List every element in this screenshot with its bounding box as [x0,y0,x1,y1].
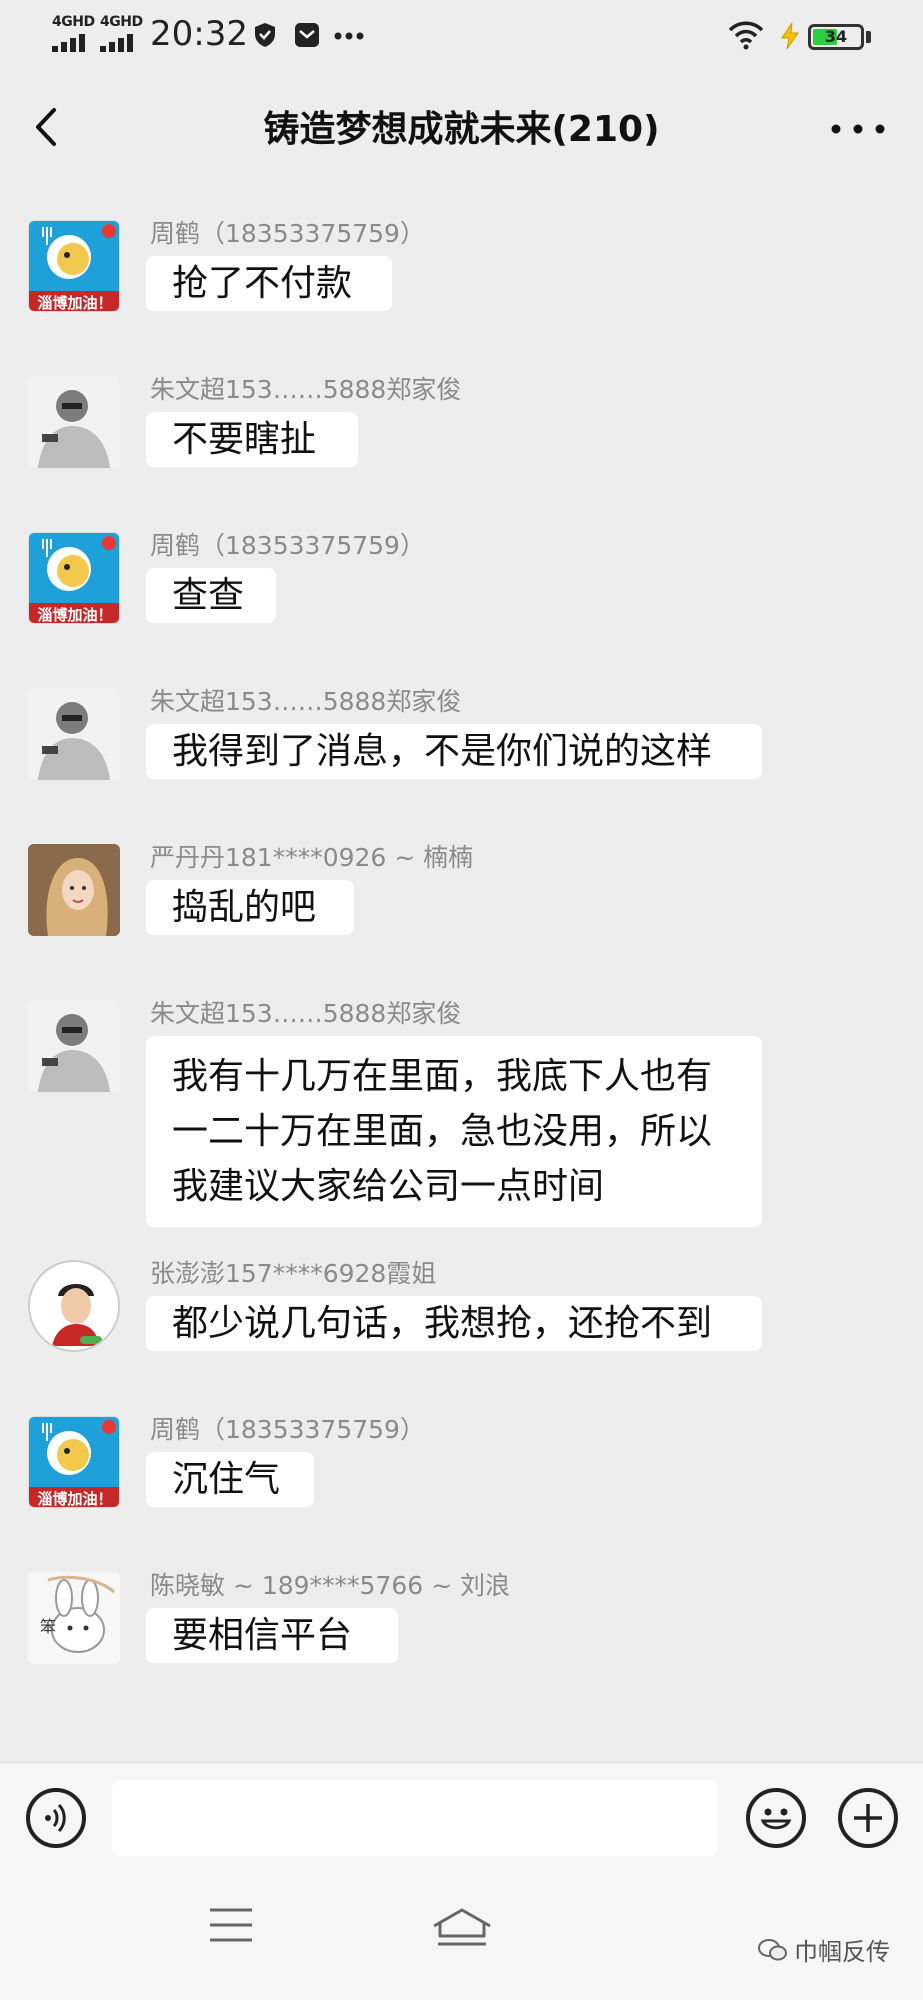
avatar[interactable] [28,1000,120,1092]
message-bubble[interactable]: 沉住气 [146,1452,314,1507]
avatar[interactable]: 笨 [28,1572,120,1664]
message-text-line: 我建议大家给公司一点时间 [172,1166,605,1207]
voice-button[interactable] [26,1788,86,1848]
message-text-line: 抢了不付款 [172,263,353,304]
menu-icon[interactable] [208,1906,254,1944]
message-text-line: 一二十万在里面，急也没用，所以 [172,1111,713,1152]
sender-name: 朱文超153……5888郑家俊 [150,375,462,404]
signal-label-2: 4GHD [100,14,143,30]
message-bubble[interactable]: 我得到了消息，不是你们说的这样 [146,724,762,779]
avatar[interactable] [28,844,120,936]
wechat-icon [758,1938,787,1960]
avatar-caption: 笨 [40,1617,56,1636]
avatar[interactable] [28,688,120,780]
boy-portrait-icon [32,1264,118,1350]
message-bubble[interactable]: 我有十几万在里面，我底下人也有 一二十万在里面，急也没用，所以 我建议大家给公司一点… [146,1036,762,1227]
plus-icon [854,1804,882,1832]
battery-level: 34 [824,27,848,46]
message-text-line: 不要瞎扯 [172,419,317,460]
sender-name: 朱文超153……5888郑家俊 [150,999,462,1028]
message-bubble[interactable]: 抢了不付款 [146,256,392,311]
watermark-text: 巾帼反传 [794,1938,890,1966]
sender-name: 周鹤（18353375759） [150,219,425,248]
battery-icon: 34 [808,24,864,50]
wifi-icon [728,21,764,50]
message-text-line: 我有十几万在里面，我底下人也有 [172,1056,713,1097]
avatar-caption: 淄博加油！ [37,1490,112,1508]
zibo-cheer-icon: 淄博加油！ [29,1417,119,1508]
message-text-line: 都少说几句话，我想抢，还抢不到 [172,1303,713,1344]
chat-title: 铸造梦想成就未来(210) [263,109,660,150]
watermark: 巾帼反传 [758,1932,890,1967]
signal-strength-1: 4GHD [52,14,96,54]
avatar[interactable]: 淄博加油！ [28,220,120,312]
sender-name: 张澎澎157****6928霞姐 [150,1259,437,1288]
avatar[interactable]: 淄博加油！ [28,1416,120,1508]
emoji-button[interactable] [746,1788,806,1848]
chat-header: 铸造梦想成就未来(210) [0,72,923,184]
message-bubble[interactable]: 查查 [146,568,276,623]
sender-name: 严丹丹181****0926 ~ 楠楠 [150,843,474,872]
message-text-line: 捣乱的吧 [172,887,317,928]
man-portrait-icon [28,1000,120,1092]
plus-button[interactable] [838,1788,898,1848]
message-text-line: 沉住气 [172,1459,281,1500]
input-bar [0,1762,923,1873]
zibo-cheer-icon: 淄博加油！ [29,221,119,312]
avatar-caption: 淄博加油！ [37,294,112,312]
emoji-icon [760,1808,792,1830]
status-bar: 4GHD 4GHD 20:32 34 [0,0,923,72]
man-portrait-icon [28,688,120,780]
message-text-line: 查查 [172,575,245,616]
more-dots-icon [334,32,364,40]
shield-icon [255,23,275,47]
woman-portrait-icon [28,844,120,936]
message-text-line: 我得到了消息，不是你们说的这样 [172,731,713,772]
signal-label-1: 4GHD [52,14,95,30]
message-bubble[interactable]: 不要瞎扯 [146,412,358,467]
charging-icon [781,22,799,50]
more-dots-icon[interactable] [828,122,888,136]
avatar-caption: 淄博加油！ [37,606,112,624]
clock: 20:32 [150,14,248,54]
avatar[interactable] [28,376,120,468]
sender-name: 朱文超153……5888郑家俊 [150,687,462,716]
message-list[interactable]: 淄博加油！ 周鹤（18353375759） 抢了不付款 朱文超153……5888郑… [0,184,923,1758]
message-input[interactable] [112,1780,718,1856]
message-text-line: 要相信平台 [172,1615,353,1656]
zibo-cheer-icon: 淄博加油！ [29,533,119,624]
voice-icon [45,1803,66,1833]
message-icon [295,23,319,47]
sender-name: 周鹤（18353375759） [150,1415,425,1444]
message-bubble[interactable]: 都少说几句话，我想抢，还抢不到 [146,1296,762,1351]
sender-name: 周鹤（18353375759） [150,531,425,560]
home-icon[interactable] [430,1906,494,1948]
avatar[interactable]: 淄博加油！ [28,532,120,624]
avatar[interactable] [28,1260,120,1352]
bunny-cartoon-icon: 笨 [28,1572,120,1664]
message-bubble[interactable]: 要相信平台 [146,1608,398,1663]
sender-name: 陈晓敏 ~ 189****5766 ~ 刘浪 [150,1571,511,1600]
signal-strength-2: 4GHD [100,14,144,54]
man-portrait-icon [28,376,120,468]
message-bubble[interactable]: 捣乱的吧 [146,880,354,935]
